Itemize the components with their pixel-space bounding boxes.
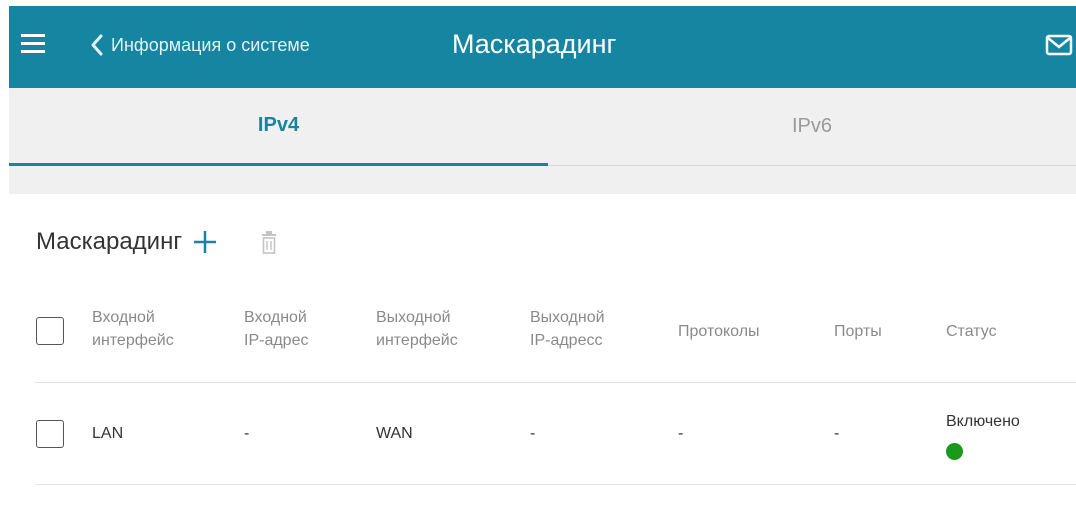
tab-ipv6[interactable]: IPv6 — [548, 88, 1076, 166]
cell-status: Включено — [946, 413, 1020, 430]
column-header-status: Статус — [946, 323, 997, 340]
mail-icon[interactable] — [1045, 34, 1073, 56]
section-title: Маскарадинг — [36, 228, 183, 255]
status-indicator-icon — [946, 443, 963, 460]
row-divider — [35, 484, 1076, 485]
trash-icon[interactable] — [260, 229, 278, 255]
chevron-left-icon — [91, 34, 103, 56]
cell-output-ip: - — [530, 425, 536, 442]
plus-icon[interactable] — [192, 229, 218, 255]
cell-output-interface: WAN — [376, 425, 413, 442]
back-link-label: Информация о системе — [111, 34, 310, 55]
menu-icon[interactable] — [21, 34, 45, 54]
column-header-protocols: Протоколы — [678, 323, 760, 340]
back-link[interactable]: Информация о системе — [91, 30, 310, 60]
row-checkbox[interactable] — [36, 420, 64, 448]
column-header-output-ip: Выходной IP-адресс — [530, 309, 605, 349]
column-header-output-interface: Выходной интерфейс — [376, 309, 458, 349]
page-title: Маскарадинг — [452, 29, 617, 59]
tabs-bar: IPv4 IPv6 — [9, 88, 1076, 194]
main-content: Маскарадинг Входной интерфейс Входной IP-а… — [9, 194, 1076, 526]
cell-input-ip: - — [244, 425, 250, 442]
top-bar: Информация о системе Маскарадинг — [9, 6, 1076, 88]
cell-ports: - — [834, 425, 840, 442]
cell-protocols: - — [678, 425, 684, 442]
column-header-input-interface: Входной интерфейс — [92, 309, 174, 349]
select-all-checkbox[interactable] — [36, 317, 64, 345]
column-header-input-ip: Входной IP-адрес — [244, 309, 309, 349]
header-divider — [35, 382, 1076, 383]
section-header: Маскарадинг — [36, 228, 278, 256]
cell-input-interface: LAN — [92, 425, 124, 442]
tab-ipv4[interactable]: IPv4 — [9, 88, 548, 166]
column-header-ports: Порты — [834, 323, 882, 340]
